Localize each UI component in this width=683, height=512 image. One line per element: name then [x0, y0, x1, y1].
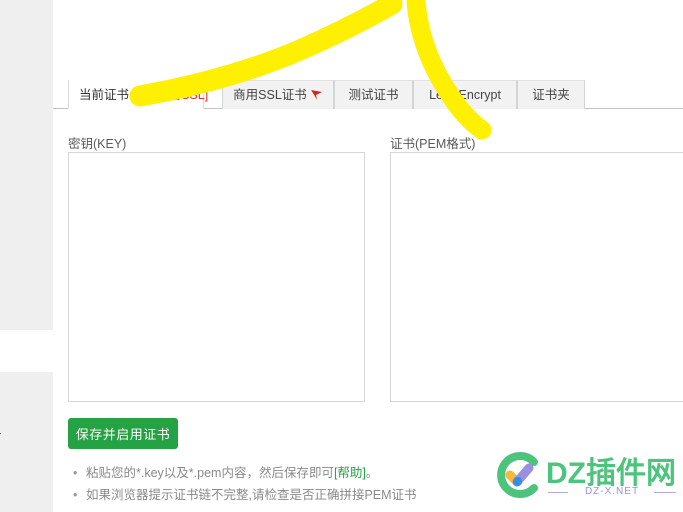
certificate-tabs: 当前证书 - [未部署SSL] 商用SSL证书 测试证书 Let's Encrypt 证… [53, 80, 683, 109]
tab-commercial-ssl[interactable]: 商用SSL证书 [222, 80, 334, 109]
save-and-enable-cert-button[interactable]: 保存并启用证书 [68, 418, 178, 449]
sidebar-item[interactable]: 限制 [0, 184, 53, 205]
dz-logo-icon [497, 452, 538, 498]
tab-label: 商用SSL证书 [233, 88, 307, 102]
tab-label: Let's Encrypt [429, 88, 501, 102]
tab-label: 当前证书 - [79, 88, 141, 102]
sidebar: 目录限制限制态文档文件版本posercat向 [0, 0, 53, 512]
hint-item: 粘贴您的*.key以及*.pem内容，然后保存即可[帮助]。 [73, 462, 516, 484]
site-watermark: DZ插件网 DZ-X.NET [492, 448, 676, 506]
sidebar-item[interactable]: poser [0, 426, 53, 447]
red-flag-icon [310, 83, 323, 100]
pem-input[interactable] [390, 152, 683, 402]
sidebar-item[interactable]: 态 [0, 225, 53, 246]
sidebar-item[interactable]: 目录 [0, 100, 53, 121]
hint-text-suffix: 。 [365, 466, 379, 480]
main-content: 当前证书 - [未部署SSL] 商用SSL证书 测试证书 Let's Encrypt 证… [53, 0, 683, 512]
tab-label: 测试证书 [348, 88, 399, 102]
help-link[interactable]: [帮助] [334, 466, 366, 480]
sidebar-item[interactable]: 限制 [0, 143, 53, 164]
tab-lets-encrypt[interactable]: Let's Encrypt [413, 80, 517, 109]
sidebar-item[interactable]: 版本 [0, 383, 53, 404]
tab-label: 证书夹 [532, 88, 570, 102]
tab-test-cert[interactable]: 测试证书 [334, 80, 413, 109]
hint-text: 粘贴您的*.key以及*.pem内容，然后保存即可 [86, 466, 334, 480]
hint-text: 如果浏览器提示证书链不完整,请检查是否正确拼接PEM证书 [86, 488, 417, 502]
key-input[interactable] [68, 152, 365, 402]
pem-field-label: 证书(PEM格式) [390, 137, 476, 151]
key-field-label: 密钥(KEY) [68, 137, 127, 151]
watermark-rule-right [654, 492, 676, 493]
app-window: 目录限制限制态文档文件版本posercat向 当前证书 - [未部署SSL]商用… [0, 0, 683, 512]
sidebar-item[interactable]: 文件 [0, 305, 53, 326]
hint-item: 如果浏览器提示证书链不完整,请检查是否正确拼接PEM证书 [73, 484, 516, 506]
tab-warning-badge: [未部署SSL] [140, 88, 209, 102]
sidebar-item[interactable]: 向 [0, 505, 53, 512]
hint-list: 粘贴您的*.key以及*.pem内容，然后保存即可[帮助]。如果浏览器提示证书链… [68, 462, 516, 506]
tab-current-cert[interactable]: 当前证书 - [未部署SSL] [68, 80, 208, 109]
sidebar-item[interactable]: 文档 [0, 264, 53, 285]
sidebar-item[interactable]: cat [0, 467, 53, 488]
tab-cert-folder[interactable]: 证书夹 [517, 80, 585, 109]
